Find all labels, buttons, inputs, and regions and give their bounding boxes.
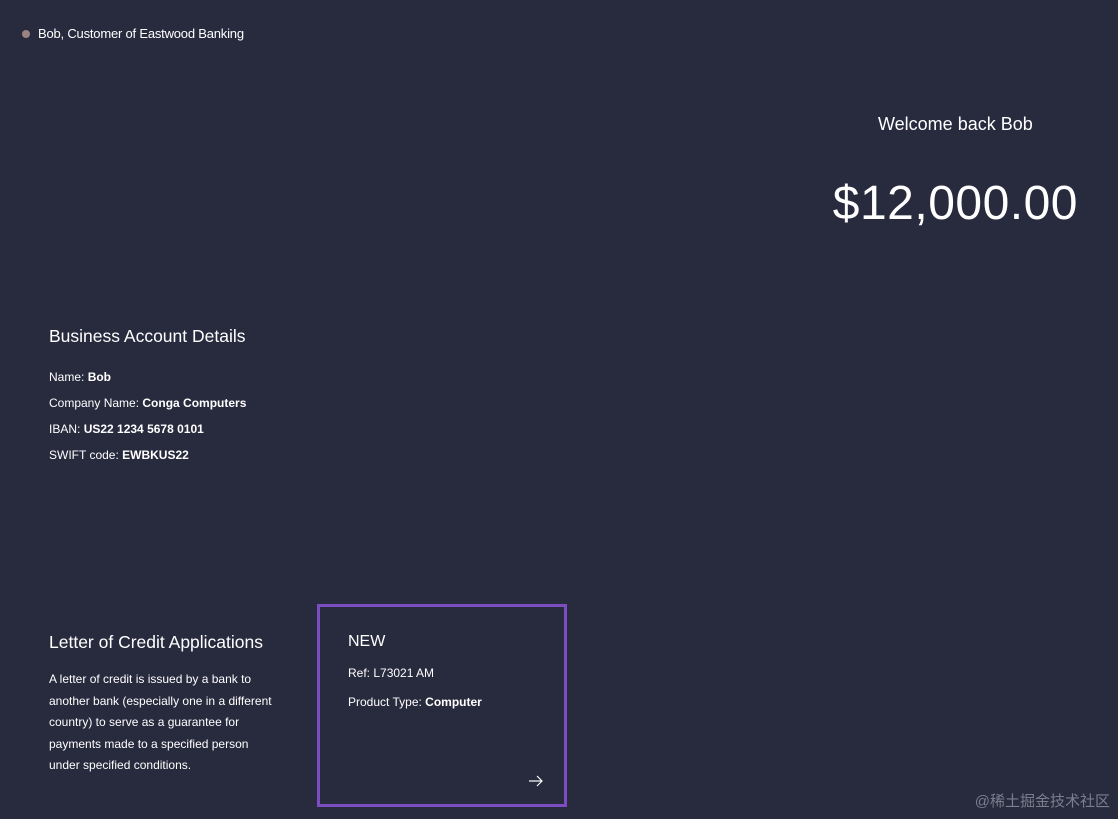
detail-value: Conga Computers: [142, 396, 247, 410]
letter-of-credit-section: Letter of Credit Applications A letter o…: [49, 632, 281, 777]
user-indicator: Bob, Customer of Eastwood Banking: [22, 26, 244, 41]
status-dot-icon: [22, 29, 30, 38]
detail-value: EWBKUS22: [122, 448, 189, 462]
application-ref: Ref: L73021 AM: [348, 666, 435, 680]
account-balance: $12,000.00: [832, 177, 1078, 230]
detail-row-iban: IBAN: US22 1234 5678 0101: [49, 416, 246, 442]
user-label: Bob, Customer of Eastwood Banking: [38, 26, 244, 41]
application-product-type: Product Type: Computer: [348, 695, 536, 710]
application-status: NEW: [348, 633, 386, 650]
arrow-right-icon[interactable]: [528, 774, 544, 788]
detail-label: Company Name:: [49, 396, 143, 410]
loc-title: Letter of Credit Applications: [49, 632, 264, 652]
account-details-title: Business Account Details: [49, 326, 246, 346]
product-type-value: Computer: [425, 695, 482, 709]
detail-label: SWIFT code:: [49, 448, 123, 462]
detail-value: Bob: [87, 370, 112, 384]
application-card[interactable]: NEW Ref: L73021 AM Product Type: Compute…: [317, 604, 567, 807]
product-type-label: Product Type:: [348, 695, 426, 709]
watermark: @稀土掘金技术社区: [974, 793, 1110, 810]
welcome-message: Welcome back Bob: [878, 114, 1033, 134]
detail-row-name: Name: Bob: [49, 364, 246, 390]
detail-row-company: Company Name: Conga Computers: [49, 390, 246, 416]
detail-label: IBAN:: [49, 422, 84, 436]
loc-description: A letter of credit is issued by a bank t…: [49, 672, 272, 772]
detail-row-swift: SWIFT code: EWBKUS22: [49, 442, 246, 468]
detail-label: Name:: [49, 370, 88, 384]
detail-value: US22 1234 5678 0101: [83, 422, 204, 436]
business-account-details: Business Account Details Name: Bob Compa…: [49, 326, 246, 468]
